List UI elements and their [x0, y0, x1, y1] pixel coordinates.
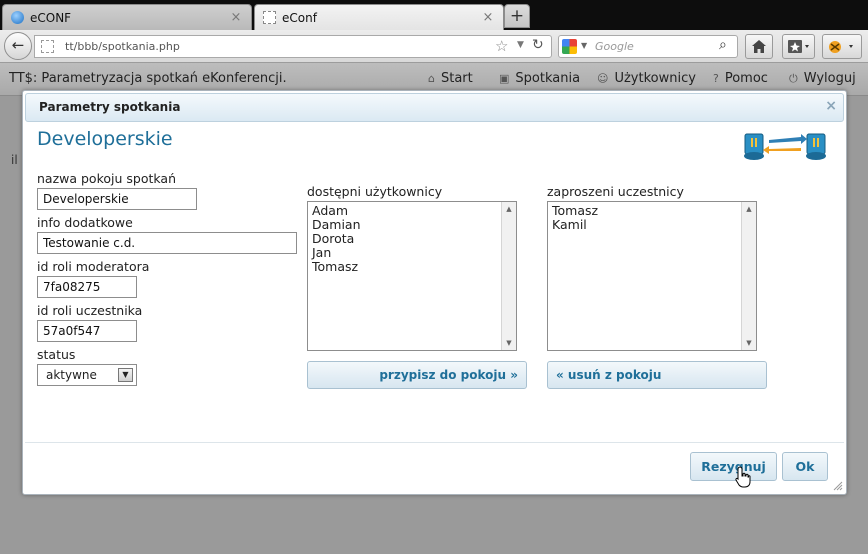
browser-tab-econf[interactable]: eCONF ×	[2, 4, 252, 30]
dialog-header: Parametry spotkania ×	[25, 93, 844, 122]
google-icon[interactable]	[562, 39, 577, 54]
bookmark-star-icon[interactable]: ☆	[495, 37, 508, 55]
menu-item-uzytkownicy[interactable]: ☺ Użytkownicy	[597, 71, 696, 86]
search-placeholder: Google	[595, 40, 634, 53]
assign-to-room-button[interactable]: przypisz do pokoju »	[307, 361, 527, 389]
scroll-up-icon[interactable]: ▲	[742, 202, 756, 216]
scroll-down-icon[interactable]: ▼	[502, 336, 516, 350]
menu-label: Wyloguj	[803, 71, 856, 86]
new-tab-button[interactable]: +	[504, 4, 530, 28]
globe-icon	[11, 11, 24, 24]
status-select[interactable]: aktywne ▼	[37, 364, 137, 386]
divider	[25, 442, 844, 443]
list-item[interactable]: Adam	[312, 204, 361, 218]
url-bar[interactable]: tt/bbb/spotkania.php ☆ ▼ ↻	[34, 35, 552, 58]
dropdown-arrow-icon[interactable]: ▼	[118, 368, 133, 382]
app-title: TT$: Parametryzacja spotkań eKonferencji…	[9, 71, 287, 86]
list-item[interactable]: Dorota	[312, 232, 361, 246]
menu-label: Start	[440, 71, 473, 86]
url-text: tt/bbb/spotkania.php	[65, 40, 180, 53]
room-name-input[interactable]	[37, 188, 197, 210]
menu-item-start[interactable]: ⌂ Start	[428, 71, 473, 86]
menu-label: Użytkownicy	[614, 71, 696, 86]
tab-title: eCONF	[30, 10, 72, 25]
menu-item-wyloguj[interactable]: ⏻ Wyloguj	[789, 71, 856, 86]
home-button[interactable]	[745, 34, 773, 59]
menu-item-pomoc[interactable]: ? Pomoc	[713, 71, 768, 86]
browser-tab-econf-active[interactable]: eConf ×	[254, 4, 504, 30]
home-icon	[752, 40, 766, 53]
meetings-icon: ▣	[499, 72, 510, 85]
reload-icon[interactable]: ↻	[532, 37, 544, 53]
transfer-users-icon	[744, 133, 826, 160]
status-value: aktywne	[46, 368, 97, 382]
search-bar[interactable]: ▼ Google ⌕	[558, 35, 738, 58]
list-item[interactable]: Tomasz	[552, 204, 598, 218]
scrollbar[interactable]: ▲ ▼	[741, 202, 756, 350]
addon-button[interactable]	[822, 34, 862, 59]
tab-close-icon[interactable]: ×	[229, 10, 243, 25]
menu-item-spotkania[interactable]: ▣ Spotkania	[499, 71, 580, 86]
moderator-role-input[interactable]	[37, 276, 137, 298]
home-icon: ⌂	[428, 72, 435, 85]
browser-navbar: ← tt/bbb/spotkania.php ☆ ▼ ↻ ▼ Google ⌕	[0, 30, 868, 63]
site-identity-icon[interactable]	[41, 40, 54, 53]
user-icon: ☺	[597, 72, 609, 85]
meeting-parameters-dialog: Parametry spotkania × Developerskie nazw…	[22, 90, 847, 495]
participant-role-label: id roli uczestnika	[37, 303, 143, 318]
menu-label: Spotkania	[515, 71, 581, 86]
search-icon[interactable]: ⌕	[719, 37, 727, 53]
background-text: il	[11, 153, 18, 167]
cancel-button[interactable]: Rezygnuj	[690, 452, 777, 481]
addon-icon	[829, 41, 853, 53]
tab-title: eConf	[282, 10, 317, 25]
close-icon[interactable]: ×	[825, 98, 837, 114]
help-icon: ?	[713, 72, 719, 85]
list-item[interactable]: Kamil	[552, 218, 598, 232]
bookmarks-icon	[787, 40, 809, 53]
list-item[interactable]: Damian	[312, 218, 361, 232]
ok-button[interactable]: Ok	[782, 452, 828, 481]
remove-from-room-button[interactable]: « usuń z pokoju	[547, 361, 767, 389]
mouse-cursor-icon	[735, 466, 751, 488]
browser-tab-strip: eCONF × eConf × +	[0, 0, 868, 30]
available-users-label: dostępni użytkownicy	[307, 184, 443, 199]
power-icon: ⏻	[789, 72, 798, 85]
status-label: status	[37, 347, 76, 362]
info-input[interactable]	[37, 232, 297, 254]
available-users-list[interactable]: Adam Damian Dorota Jan Tomasz ▲ ▼	[307, 201, 517, 351]
moderator-role-label: id roli moderatora	[37, 259, 150, 274]
list-item[interactable]: Jan	[312, 246, 361, 260]
invited-label: zaproszeni uczestnicy	[547, 184, 684, 199]
dialog-title: Parametry spotkania	[39, 100, 181, 114]
url-history-dropdown-icon[interactable]: ▼	[517, 40, 524, 50]
invited-list[interactable]: Tomasz Kamil ▲ ▼	[547, 201, 757, 351]
back-button[interactable]: ←	[4, 32, 32, 60]
resize-grip-icon[interactable]	[833, 481, 843, 491]
list-item[interactable]: Tomasz	[312, 260, 361, 274]
info-label: info dodatkowe	[37, 215, 133, 230]
meeting-heading: Developerskie	[37, 128, 173, 150]
scroll-up-icon[interactable]: ▲	[502, 202, 516, 216]
scroll-down-icon[interactable]: ▼	[742, 336, 756, 350]
blank-page-icon	[263, 11, 276, 24]
bookmarks-button[interactable]	[782, 34, 815, 59]
menu-label: Pomoc	[724, 71, 768, 86]
participant-role-input[interactable]	[37, 320, 137, 342]
room-name-label: nazwa pokoju spotkań	[37, 171, 176, 186]
search-engine-dropdown-icon[interactable]: ▼	[581, 41, 587, 50]
scrollbar[interactable]: ▲ ▼	[501, 202, 516, 350]
tab-close-icon[interactable]: ×	[481, 10, 495, 25]
